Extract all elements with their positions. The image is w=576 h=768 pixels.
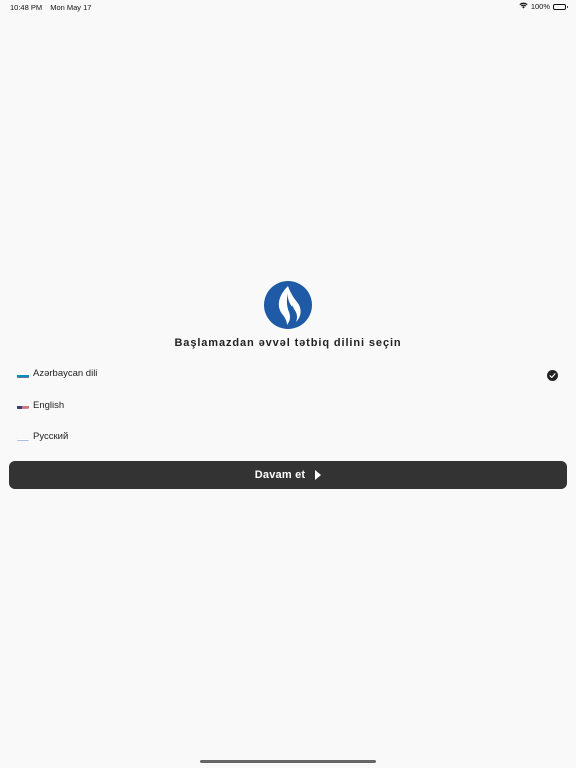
language-label: English bbox=[33, 399, 65, 411]
language-option-azerbaijani[interactable]: Azərbaycan dili bbox=[0, 358, 576, 390]
home-indicator bbox=[200, 760, 376, 763]
us-flag-icon bbox=[17, 401, 29, 410]
status-date: Mon May 17 bbox=[50, 3, 92, 12]
flame-logo-icon bbox=[264, 281, 312, 329]
status-bar: 10:48 PM Mon May 17 100% bbox=[0, 0, 576, 14]
language-label: Русский bbox=[33, 431, 69, 443]
continue-button[interactable]: Davam et bbox=[9, 461, 567, 489]
status-time: 10:48 PM bbox=[10, 3, 43, 12]
russia-flag-icon bbox=[17, 433, 29, 441]
language-option-english[interactable]: English bbox=[0, 390, 576, 422]
status-indicators: 100% bbox=[519, 2, 568, 11]
battery-percent: 100% bbox=[530, 2, 550, 11]
page-title: Başlamazdan əvvəl tətbiq dilini seçin bbox=[174, 337, 402, 349]
battery-icon bbox=[553, 3, 568, 10]
continue-button-label: Davam et bbox=[254, 469, 306, 481]
language-option-russian[interactable]: Русский bbox=[0, 421, 576, 453]
language-list: Azərbaycan dili English Русский bbox=[0, 358, 576, 453]
play-icon bbox=[315, 470, 322, 480]
azerbaijan-flag-icon bbox=[17, 370, 29, 378]
checkmark-icon bbox=[547, 368, 558, 381]
language-label: Azərbaycan dili bbox=[33, 368, 98, 380]
wifi-icon bbox=[519, 2, 528, 11]
status-time-date: 10:48 PM Mon May 17 bbox=[10, 3, 91, 12]
